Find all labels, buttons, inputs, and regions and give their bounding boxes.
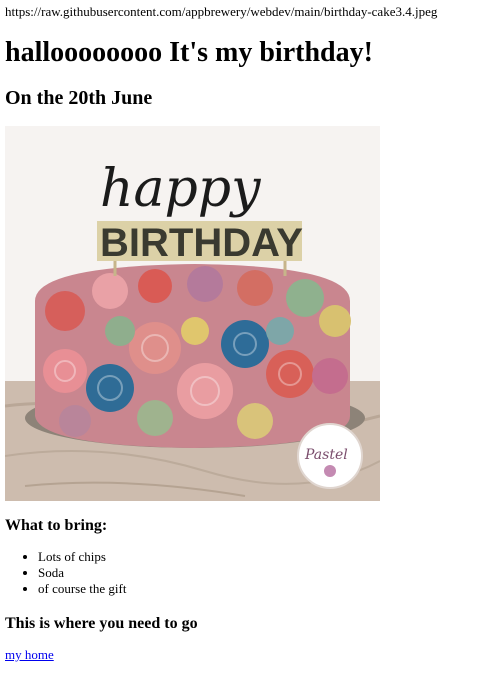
birthday-cake-image: happy BIRTHDAY Pastel xyxy=(5,126,380,501)
topper-happy-text: happy xyxy=(100,159,261,219)
my-home-link[interactable]: my home xyxy=(5,647,54,663)
page-title: halloooooooo It's my birthday! xyxy=(5,37,373,68)
list-item: of course the gift xyxy=(38,581,126,597)
image-url-text: https://raw.githubusercontent.com/appbre… xyxy=(5,4,438,19)
svg-text:Pastel: Pastel xyxy=(304,447,348,463)
list-item: Soda xyxy=(38,565,126,581)
what-to-bring-heading: What to bring: xyxy=(5,517,108,534)
list-item: Lots of chips xyxy=(38,549,126,565)
bring-list: Lots of chips Soda of course the gift xyxy=(5,549,126,597)
where-to-go-heading: This is where you need to go xyxy=(5,615,198,632)
svg-text:BIRTHDAY: BIRTHDAY xyxy=(100,221,303,265)
date-heading: On the 20th June xyxy=(5,87,153,109)
